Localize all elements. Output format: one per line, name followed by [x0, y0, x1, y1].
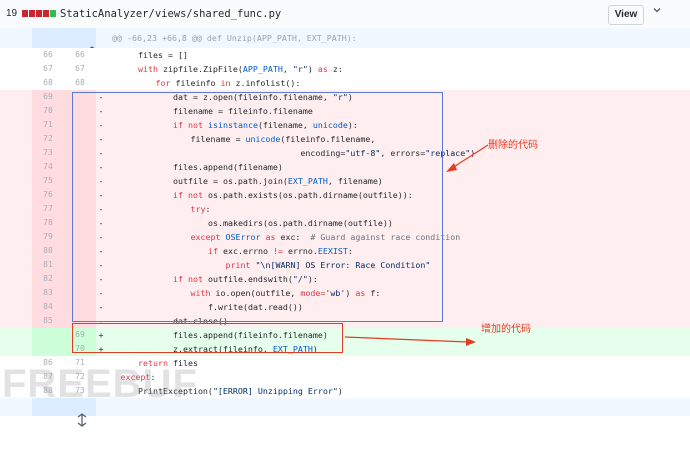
added-code-label: 增加的代码 [481, 324, 531, 335]
deleted-code-label: 删除的代码 [488, 140, 538, 151]
annotation-arrows [344, 144, 489, 346]
added-arrow [344, 336, 476, 346]
deleted-arrow [446, 144, 489, 172]
watermark: FREEBUF [2, 362, 198, 406]
